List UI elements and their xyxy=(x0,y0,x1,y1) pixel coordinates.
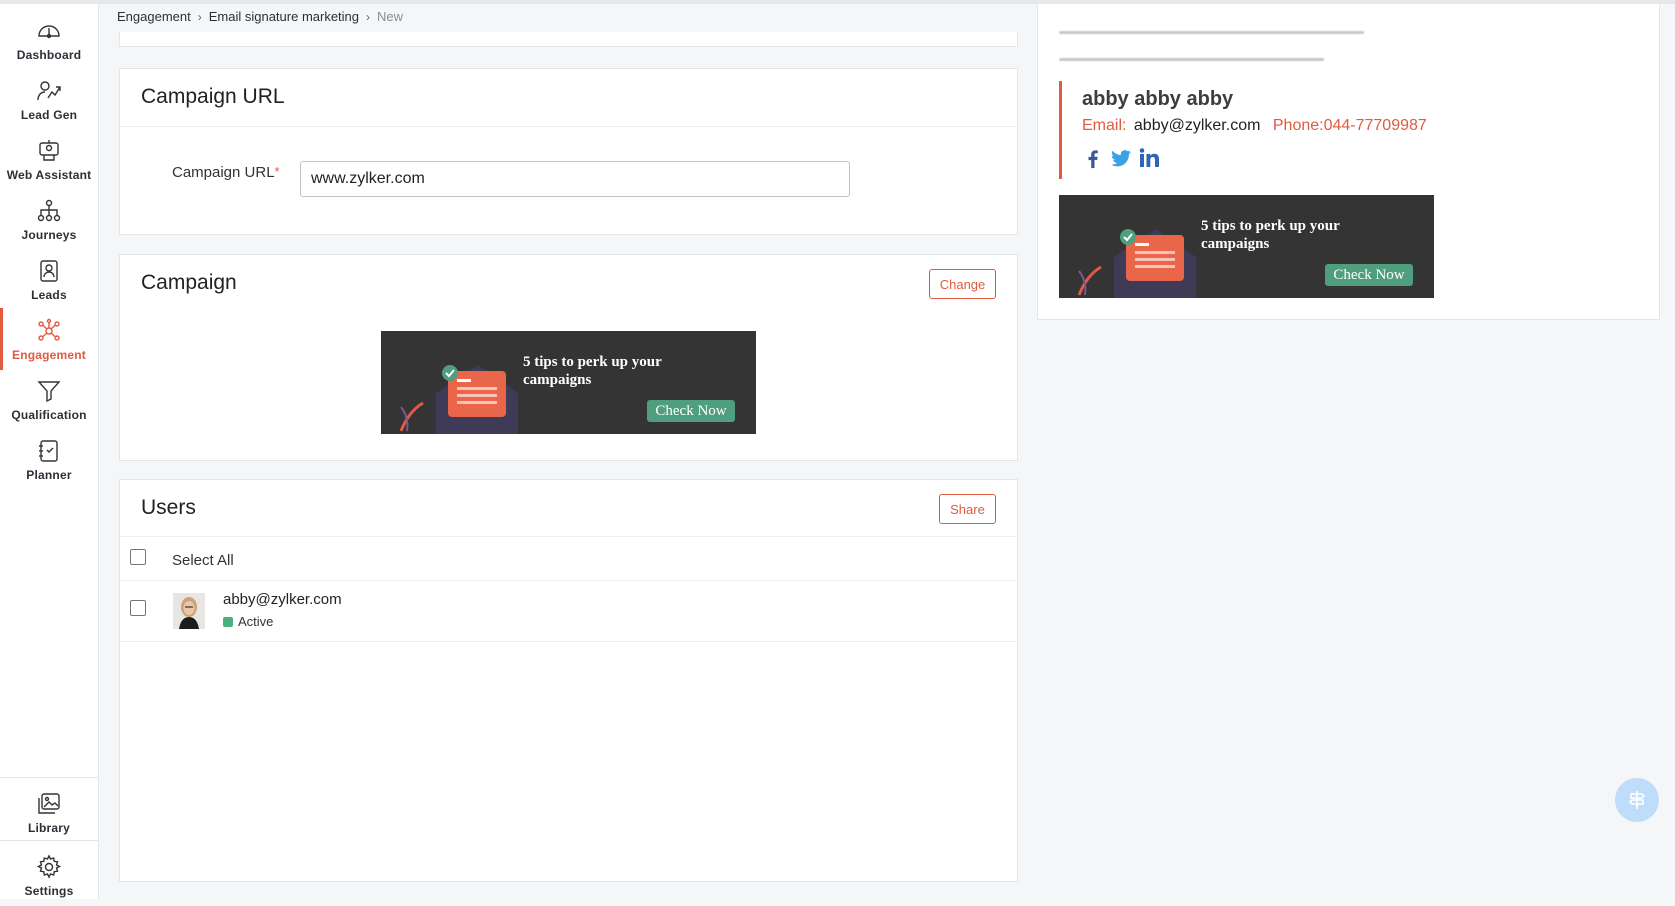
journeys-icon xyxy=(37,199,61,222)
blurred-text-line xyxy=(1059,31,1364,34)
signature-name: abby abby abby xyxy=(1082,88,1234,110)
share-button[interactable]: Share xyxy=(939,494,996,524)
sidebar-item-journeys[interactable]: Journeys xyxy=(0,192,98,250)
card-title: Campaign xyxy=(141,271,237,294)
banner-headline: 5 tips to perk up your campaigns xyxy=(523,353,662,389)
sidebar-item-label: Engagement xyxy=(11,348,86,362)
qualification-icon xyxy=(37,381,61,403)
status-dot xyxy=(223,616,233,627)
breadcrumb: Engagement › Email signature marketing ›… xyxy=(117,9,403,24)
breadcrumb-item-email-signature[interactable]: Email signature marketing xyxy=(209,9,359,24)
select-all-checkbox[interactable] xyxy=(130,549,146,565)
signature-contact-line: Email: abby@zylker.com Phone:044-7770998… xyxy=(1082,117,1427,135)
sidebar-item-planner[interactable]: Planner xyxy=(0,432,98,490)
users-card: Users Share Select All abby@zylker.com A… xyxy=(119,479,1018,882)
campaign-url-card: Campaign URL Campaign URL* xyxy=(119,68,1018,235)
help-button[interactable] xyxy=(1615,778,1659,822)
chevron-right-icon: › xyxy=(197,9,202,24)
facebook-icon[interactable] xyxy=(1082,147,1104,169)
card-divider xyxy=(120,536,1017,537)
campaign-banner: 5 tips to perk up your campaigns Check No… xyxy=(381,331,756,434)
leads-icon xyxy=(40,260,58,282)
lead-gen-icon xyxy=(37,81,61,101)
web-assistant-icon xyxy=(39,140,59,161)
breadcrumb-item-current: New xyxy=(377,9,404,24)
sidebar-item-leads[interactable]: Leads xyxy=(0,252,98,310)
sidebar-item-label: Lead Gen xyxy=(20,108,78,122)
sidebar-item-qualification[interactable]: Qualification xyxy=(0,372,98,430)
sidebar-divider xyxy=(0,840,98,841)
blurred-text-line xyxy=(1059,58,1324,61)
banner-headline: 5 tips to perk up your campaigns xyxy=(1201,217,1340,253)
previous-card-edge xyxy=(119,32,1018,47)
linkedin-icon[interactable] xyxy=(1138,147,1160,169)
sidebar-item-lead-gen[interactable]: Lead Gen xyxy=(0,72,98,130)
planner-icon xyxy=(39,440,58,462)
sidebar-item-web-assistant[interactable]: Web Assistant xyxy=(0,132,98,190)
breadcrumb-item-engagement[interactable]: Engagement xyxy=(117,9,191,24)
signature-phone: Phone:044-77709987 xyxy=(1272,117,1427,134)
engagement-icon xyxy=(38,318,60,341)
sidebar-item-label: Dashboard xyxy=(16,48,82,62)
banner-headline-line: campaigns xyxy=(523,372,592,388)
status-badge: Active xyxy=(223,614,273,629)
sidebar: Dashboard Lead Gen Web Assistant Journey… xyxy=(0,4,99,899)
banner-headline-line: campaigns xyxy=(1201,236,1270,252)
user-row-checkbox[interactable] xyxy=(130,600,146,616)
sidebar-item-label: Planner xyxy=(26,468,72,482)
sidebar-item-label: Leads xyxy=(31,288,67,302)
preview-banner: 5 tips to perk up your campaigns Check No… xyxy=(1059,195,1434,298)
avatar xyxy=(173,593,205,629)
row-divider xyxy=(120,580,1017,581)
campaign-url-label: Campaign URL* xyxy=(172,164,280,181)
campaign-card: Campaign Change 5 tips to perk up your ca… xyxy=(119,254,1018,461)
email-label: Email: xyxy=(1082,117,1127,134)
banner-headline-line: 5 tips to perk up your xyxy=(523,354,662,370)
signature-preview-card: abby abby abby Email: abby@zylker.com Ph… xyxy=(1037,4,1660,320)
card-title: Campaign URL xyxy=(141,85,285,108)
check-now-button: Check Now xyxy=(647,400,735,422)
gear-icon xyxy=(36,854,62,879)
sidebar-divider xyxy=(0,777,98,778)
library-icon xyxy=(38,793,60,814)
change-button[interactable]: Change xyxy=(929,269,996,299)
row-divider xyxy=(120,641,1017,642)
signpost-icon xyxy=(1628,791,1646,809)
required-mark: * xyxy=(274,164,280,179)
sidebar-item-label: Journeys xyxy=(21,228,77,242)
signature-accent-bar xyxy=(1059,81,1062,179)
sidebar-item-library[interactable]: Library xyxy=(0,785,98,843)
select-all-label: Select All xyxy=(172,552,234,569)
sidebar-item-dashboard[interactable]: Dashboard xyxy=(0,12,98,70)
sidebar-item-engagement[interactable]: Engagement xyxy=(0,308,98,370)
campaign-url-input[interactable] xyxy=(300,161,850,197)
card-divider xyxy=(120,126,1017,127)
sidebar-item-settings[interactable]: Settings xyxy=(0,848,98,906)
user-email: abby@zylker.com xyxy=(223,591,342,608)
check-now-button: Check Now xyxy=(1325,264,1413,286)
sidebar-item-label: Settings xyxy=(24,884,74,898)
status-text: Active xyxy=(238,614,274,629)
sidebar-item-label: Qualification xyxy=(11,408,87,422)
twitter-icon[interactable] xyxy=(1110,147,1132,169)
field-label-text: Campaign URL xyxy=(172,164,275,181)
signature-email: abby@zylker.com xyxy=(1133,117,1261,134)
chevron-right-icon: › xyxy=(366,9,371,24)
sidebar-item-label: Library xyxy=(27,821,71,835)
sidebar-item-label: Web Assistant xyxy=(6,168,92,182)
dashboard-icon xyxy=(38,25,60,39)
card-title: Users xyxy=(141,496,196,519)
banner-headline-line: 5 tips to perk up your xyxy=(1201,218,1340,234)
